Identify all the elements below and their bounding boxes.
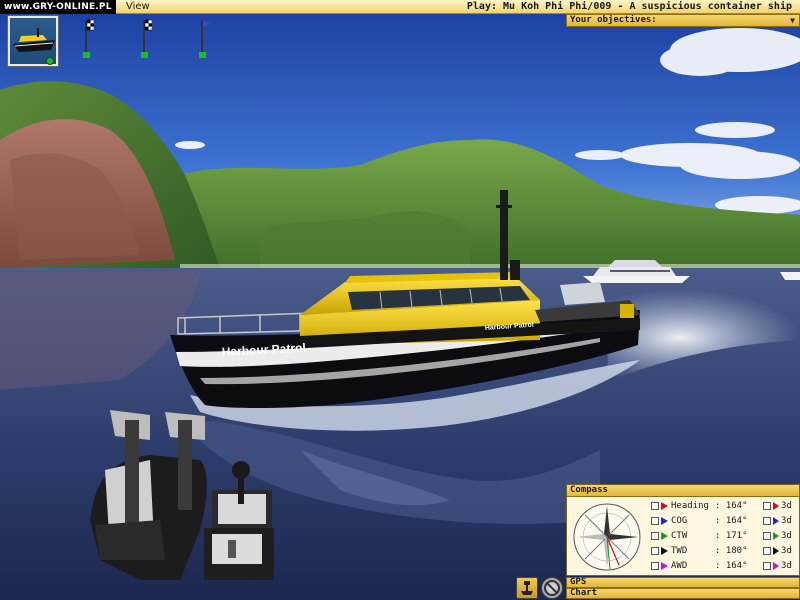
twd-3d-label: 3d [781,546,792,556]
scenario-title: Play: Mu Koh Phi Phi/009 - A suspicious … [466,1,792,12]
tab-gps[interactable]: GPS [566,577,800,588]
twd-arrow-icon [661,547,668,555]
heading-value: : 164° [715,501,748,511]
ctw-value: : 171° [715,531,748,541]
awd-label: AWD [671,561,688,571]
heading-3d-arrow-icon [773,502,779,510]
heading-row: Heading : 164° 3d [651,499,799,513]
anchor-button[interactable] [516,577,538,599]
view-menu[interactable]: View [126,0,150,14]
heading-3d-checkbox[interactable] [763,502,771,510]
blue-flag-icon[interactable] [196,18,210,58]
heading-checkbox[interactable] [651,502,659,510]
awd-arrow-icon [661,562,668,570]
awd-value: : 164° [715,561,748,571]
awd-3d-label: 3d [781,561,792,571]
awd-row: AWD : 164° 3d [651,559,799,573]
ctw-checkbox[interactable] [651,532,659,540]
ctw-arrow-icon [661,532,668,540]
awd-3d-arrow-icon [773,562,779,570]
ctw-row: CTW : 171° 3d [651,529,799,543]
objectives-label: Your objectives: [570,15,657,25]
heading-label: Heading [671,501,709,511]
ship-status-dot [46,57,54,65]
twd-checkbox[interactable] [651,547,659,555]
twd-row: TWD : 180° 3d [651,544,799,558]
ship-icon [13,28,55,52]
compass-header[interactable]: Compass [567,485,799,497]
twd-3d-checkbox[interactable] [763,547,771,555]
twd-3d-arrow-icon [773,547,779,555]
ctw-3d-label: 3d [781,531,792,541]
objectives-bar[interactable]: Your objectives: ▼ [566,14,800,27]
compass-panel: Compass Heading : 164° 3d COG : 164° 3d [566,484,800,576]
twd-label: TWD [671,546,688,556]
cog-3d-checkbox[interactable] [763,517,771,525]
cog-label: COG [671,516,688,526]
cog-row: COG : 164° 3d [651,514,799,528]
cog-value: : 164° [715,516,748,526]
tab-chart[interactable]: Chart [566,588,800,599]
awd-checkbox[interactable] [651,562,659,570]
ctw-label: CTW [671,531,688,541]
top-menubar: ions View Play: Mu Koh Phi Phi/009 - A s… [0,0,800,14]
twd-value: : 180° [715,546,748,556]
no-sound-button[interactable] [541,577,563,599]
ctw-3d-arrow-icon [773,532,779,540]
watermark: www.GRY-ONLINE.PL [0,0,116,14]
heading-3d-label: 3d [781,501,792,511]
cog-arrow-icon [661,517,668,525]
cog-3d-arrow-icon [773,517,779,525]
cog-checkbox[interactable] [651,517,659,525]
cog-3d-label: 3d [781,516,792,526]
no-entry-icon [544,580,560,596]
awd-3d-checkbox[interactable] [763,562,771,570]
chevron-down-icon[interactable]: ▼ [790,15,795,26]
heading-arrow-icon [661,502,668,510]
ctw-3d-checkbox[interactable] [763,532,771,540]
compass-rose-icon [573,503,641,571]
anchor-icon [521,581,533,595]
checkered-flag-icon[interactable] [138,18,152,58]
checkered-flag-icon[interactable] [80,18,94,58]
